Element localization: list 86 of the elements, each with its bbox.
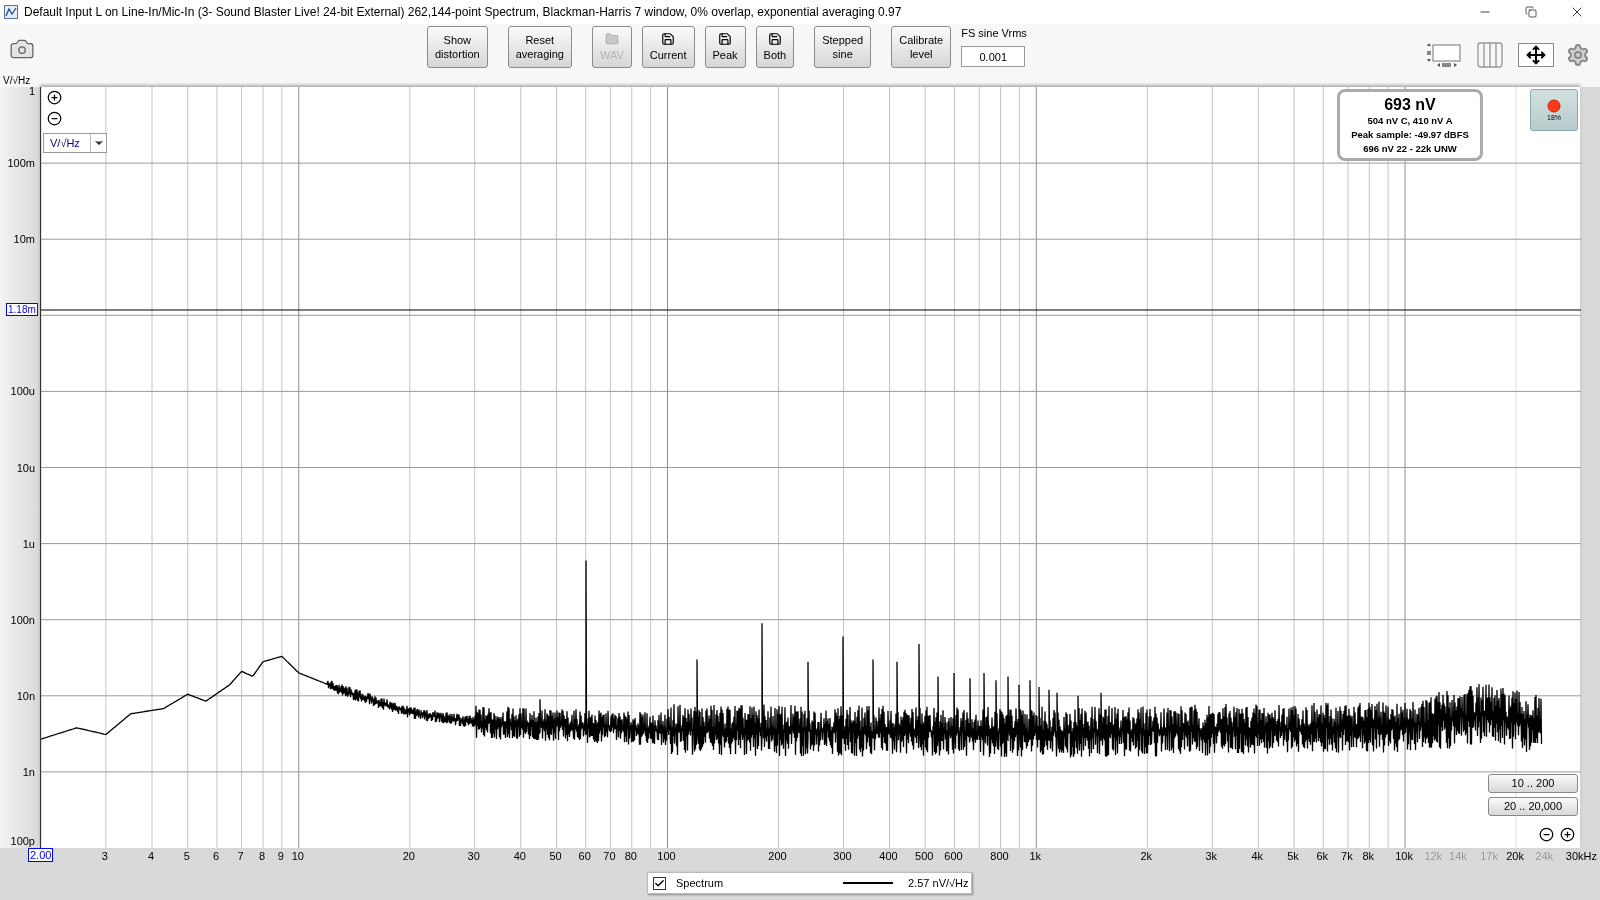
y-axis-label: 1: [28, 85, 35, 97]
x-axis-label: 4: [147, 850, 155, 862]
restore-icon: [1525, 6, 1537, 18]
x-axis-label: 14k: [1449, 850, 1467, 862]
x-axis-label: 400: [879, 850, 898, 862]
x-axis-label: 50: [549, 850, 562, 862]
x-axis-label: 5: [183, 850, 190, 862]
move-button[interactable]: [1518, 42, 1554, 67]
legend-checkbox[interactable]: [653, 876, 666, 890]
x-axis-label: 7k: [1341, 850, 1353, 862]
x-axis-label: 5k: [1287, 850, 1299, 862]
toolbar-button[interactable]: Both: [755, 26, 795, 68]
x-axis-label: 500: [915, 850, 934, 862]
x-axis-label: 10k: [1395, 850, 1413, 862]
y-axis-label: 10u: [16, 461, 35, 474]
y-axis-label: 100u: [10, 385, 35, 398]
y-marker-label[interactable]: 1.18m: [6, 303, 38, 316]
y-axis-label: 10n: [16, 689, 35, 702]
readout-line: 504 nV C, 410 nV A: [1367, 113, 1453, 128]
save-icon: [767, 32, 782, 46]
y-axis-label: 1u: [22, 537, 35, 550]
legend-line-sample: [843, 881, 894, 885]
range-button[interactable]: 20 .. 20,000: [1488, 797, 1578, 816]
y-axis-label: 100n: [10, 613, 35, 626]
x-axis-label: 1k: [1029, 850, 1042, 862]
toolbar-button[interactable]: Show distortion: [427, 26, 488, 68]
settings-icon[interactable]: [1566, 42, 1590, 67]
marker-line[interactable]: [41, 309, 1581, 311]
x-axis-label: 9: [277, 850, 284, 862]
y-axis-label: 10m: [13, 233, 35, 246]
folder-icon: [604, 32, 619, 46]
x-axis-label: 7: [237, 850, 244, 862]
x-axis-label: 80: [624, 850, 637, 862]
toolbar-button[interactable]: Peak: [704, 26, 746, 68]
readout-line: 696 nV 22 - 22k UNW: [1363, 141, 1457, 156]
readout-value: 693 nV: [1384, 94, 1436, 114]
record-indicator-icon: [1547, 98, 1561, 113]
app-icon: [4, 5, 18, 19]
window-title: Default Input L on Line-In/Mic-In (3- Sound Blaster Live! 24-bit External) 262,144-point Spectrum, Blackman-Harris 7 window, 0% overlap, exponential averaging 0.97: [24, 4, 902, 21]
unit-dropdown[interactable]: V/√Hz: [43, 133, 107, 153]
y-axis-label: 100m: [7, 157, 35, 170]
zoom-in-icon[interactable]: [1560, 827, 1575, 842]
x-axis-label: 2k: [1140, 850, 1153, 862]
x-axis-label: 6: [212, 850, 219, 862]
x-axis-label: 800: [990, 850, 1009, 862]
toolbar-button[interactable]: Reset averaging: [507, 26, 572, 68]
zoom-out-icon[interactable]: [47, 111, 62, 126]
x-axis-label: 3k: [1205, 850, 1218, 862]
x-axis-label: 100: [657, 850, 676, 862]
resize-icon[interactable]: [1424, 41, 1462, 68]
x-axis-label: 200: [768, 850, 787, 862]
x-axis-label: 8: [258, 850, 266, 862]
x-axis-label: 30kHz: [1565, 850, 1597, 862]
x-axis-label: 12k: [1424, 850, 1443, 862]
toolbar-button[interactable]: Calibrate level: [891, 26, 952, 68]
x-axis-label: 20k: [1506, 850, 1524, 862]
legend-name: Spectrum: [676, 875, 724, 891]
readout-line: Peak sample: -49.97 dBFS: [1351, 127, 1469, 142]
save-icon: [661, 32, 676, 46]
y-unit-label: V/√Hz: [3, 75, 31, 86]
save-icon: [718, 32, 733, 46]
x-axis-label: 70: [603, 850, 616, 862]
x-axis-label: 8k: [1362, 850, 1375, 862]
fs-sine-label: FS sine Vrms: [961, 26, 1027, 40]
toolbar-button[interactable]: Current: [641, 26, 695, 68]
y-axis-label: 1n: [22, 765, 35, 778]
toolbar-button[interactable]: Stepped sine: [814, 26, 872, 68]
zoom-in-icon[interactable]: [47, 90, 62, 105]
x-axis-label: 17k: [1480, 850, 1498, 862]
zoom-out-icon[interactable]: [1539, 827, 1554, 842]
x-axis-label: 60: [578, 850, 591, 862]
x-axis-label: 6k: [1316, 850, 1329, 862]
x-axis-label: 4k: [1251, 850, 1264, 862]
y-axis-label: 100p: [10, 835, 35, 847]
x-axis-label: 600: [944, 850, 963, 862]
x-axis-label: 300: [833, 850, 852, 862]
x-axis-label: 3: [101, 850, 108, 862]
legend-reading: 2.57 nV/√Hz: [908, 875, 969, 891]
x-cursor-label[interactable]: 2.00: [28, 848, 54, 862]
x-axis-label: 10: [291, 850, 304, 862]
fs-sine-field[interactable]: 0.001: [961, 46, 1026, 67]
x-axis-label: 30: [467, 850, 480, 862]
x-axis-label: 40: [513, 850, 526, 862]
x-axis-label: 20: [402, 850, 415, 862]
x-axis-label: 24k: [1535, 850, 1554, 862]
range-button[interactable]: 10 .. 200: [1488, 774, 1578, 793]
